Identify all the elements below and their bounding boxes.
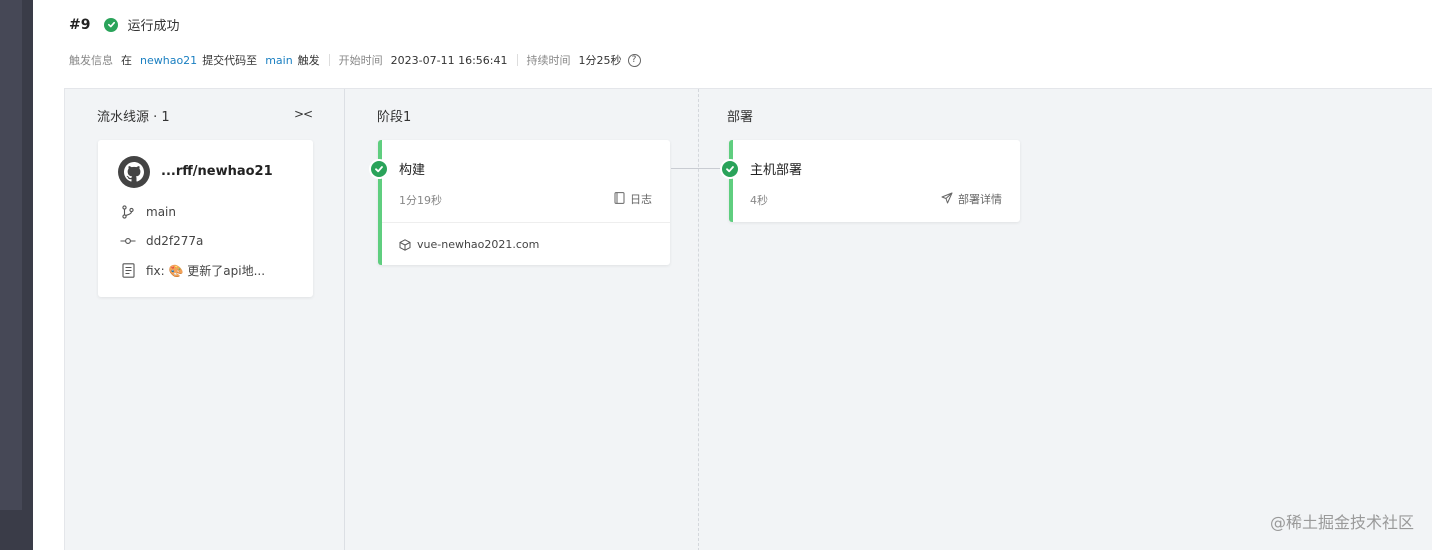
log-button[interactable]: 日志 bbox=[614, 191, 652, 207]
watermark: @稀土掘金技术社区 bbox=[1269, 513, 1414, 532]
trigger-at: 在 bbox=[121, 54, 132, 67]
stage-divider bbox=[698, 89, 699, 550]
trigger-label: 触发信息 bbox=[69, 54, 113, 67]
deploy-details-button[interactable]: 部署详情 bbox=[941, 191, 1002, 207]
success-check-icon bbox=[720, 159, 740, 179]
meta-separator bbox=[516, 54, 518, 66]
deploy-job-card[interactable]: 主机部署 4秒 部署详情 bbox=[720, 140, 1020, 222]
stage-connector bbox=[671, 168, 727, 169]
log-book-icon bbox=[614, 191, 625, 207]
build-job-name: 构建 bbox=[399, 163, 426, 178]
trigger-word: 触发 bbox=[297, 54, 320, 67]
job-divider bbox=[382, 222, 670, 223]
help-icon[interactable]: ? bbox=[627, 53, 641, 67]
trigger-action: 提交代码至 bbox=[202, 54, 258, 67]
build-job-duration: 1分19秒 bbox=[399, 194, 442, 207]
document-icon bbox=[120, 263, 136, 279]
run-header: #9 运行成功 bbox=[69, 15, 180, 35]
start-time-value: 2023-07-11 16:56:41 bbox=[390, 53, 508, 67]
trigger-user-link[interactable]: newhao21 bbox=[140, 54, 197, 67]
meta-separator bbox=[328, 54, 330, 66]
log-label: 日志 bbox=[630, 193, 652, 206]
run-status: 运行成功 bbox=[127, 19, 180, 34]
branch-name: main bbox=[146, 205, 176, 219]
git-branch-icon bbox=[120, 204, 136, 220]
package-icon bbox=[399, 238, 411, 251]
artifact-name: vue-newhao2021.com bbox=[417, 238, 540, 251]
build-job-card[interactable]: 构建 1分19秒 日志 vue-newhao2021.com bbox=[369, 140, 670, 265]
success-check-icon bbox=[369, 159, 389, 179]
success-check-icon bbox=[104, 17, 119, 32]
run-number: #9 bbox=[69, 16, 91, 33]
commit-message-row: fix: 🎨 更新了api地... bbox=[120, 262, 265, 279]
branch-row: main bbox=[120, 204, 176, 220]
start-time-label: 开始时间 bbox=[338, 54, 383, 67]
collapse-icon[interactable]: >< bbox=[294, 107, 313, 121]
duration-label: 持续时间 bbox=[526, 54, 571, 67]
repo-name[interactable]: ...rff/newhao21 bbox=[161, 164, 273, 179]
git-commit-icon bbox=[120, 233, 136, 249]
pipeline-run-page: #9 运行成功 触发信息 在 newhao21 提交代码至 main 触发 开始… bbox=[33, 0, 1432, 550]
stage1-title: 阶段1 bbox=[377, 110, 412, 125]
deploy-job-duration: 4秒 bbox=[750, 194, 768, 207]
column-divider bbox=[344, 89, 345, 550]
deploy-details-label: 部署详情 bbox=[958, 193, 1002, 206]
source-card[interactable]: ...rff/newhao21 main dd2f277a fix: 🎨 更新了… bbox=[98, 140, 313, 297]
send-icon bbox=[941, 192, 953, 207]
commit-row: dd2f277a bbox=[120, 233, 203, 249]
run-meta: 触发信息 在 newhao21 提交代码至 main 触发 开始时间 2023-… bbox=[69, 52, 641, 68]
source-column-title: 流水线源 · 1 bbox=[97, 110, 170, 125]
deploy-job-name: 主机部署 bbox=[750, 163, 803, 178]
app-sidebar bbox=[0, 0, 33, 550]
duration-value: 1分25秒 bbox=[578, 54, 622, 67]
deploy-stage-title: 部署 bbox=[727, 110, 754, 125]
commit-message: fix: 🎨 更新了api地... bbox=[146, 264, 266, 278]
trigger-branch-link[interactable]: main bbox=[265, 54, 292, 67]
app-sidebar-panel bbox=[0, 0, 22, 510]
github-icon bbox=[118, 156, 150, 188]
artifact-link[interactable]: vue-newhao2021.com bbox=[399, 238, 539, 251]
pipeline-canvas: 流水线源 · 1 >< ...rff/newhao21 main dd2f277… bbox=[64, 88, 1432, 550]
commit-hash[interactable]: dd2f277a bbox=[146, 234, 203, 248]
